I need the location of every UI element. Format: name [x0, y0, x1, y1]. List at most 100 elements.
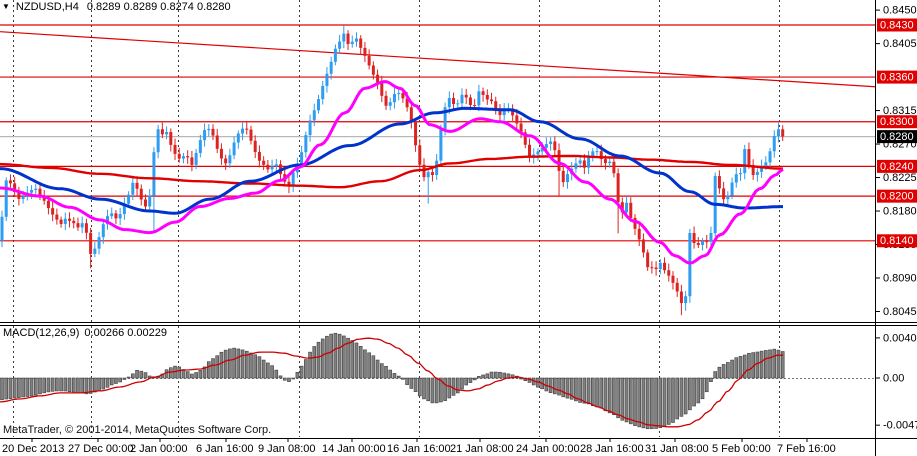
macd-histogram-bar: [220, 352, 223, 378]
macd-histogram-bar: [43, 378, 46, 393]
price-level-badge-label: 0.8240: [880, 161, 914, 173]
macd-histogram-bar: [427, 378, 430, 401]
macd-histogram-bar: [313, 346, 316, 378]
candle-body: [271, 166, 274, 169]
candle-body: [144, 199, 147, 206]
macd-histogram-bar: [216, 356, 219, 378]
candle-body: [249, 130, 252, 141]
candle-body: [579, 160, 582, 163]
candle-body: [558, 150, 561, 171]
macd-histogram-bar: [321, 339, 324, 378]
chart-canvas[interactable]: 0.84500.84050.83150.82700.82250.81800.81…: [0, 0, 917, 456]
candle-body: [127, 195, 130, 204]
macd-histogram-bar: [401, 378, 404, 379]
time-axis-label: 7 Feb 16:00: [777, 443, 836, 455]
macd-histogram-bar: [249, 353, 252, 378]
macd-histogram-bar: [634, 378, 637, 426]
macd-histogram-bar: [726, 362, 729, 378]
macd-histogram-bar: [26, 378, 29, 397]
macd-histogram-bar: [9, 378, 12, 399]
macd-histogram-bar: [718, 367, 721, 378]
macd-histogram-bar: [722, 364, 725, 378]
candle-body: [515, 115, 518, 123]
candle-body: [9, 180, 12, 183]
macd-histogram-bar: [207, 362, 210, 378]
macd-axis-label: 0.00: [883, 372, 904, 384]
candle-body: [401, 93, 404, 98]
candle-body: [655, 268, 658, 269]
candle-body: [237, 134, 240, 143]
candle-body: [241, 129, 244, 134]
macd-histogram-bar: [38, 378, 41, 394]
macd-histogram-bar: [228, 349, 231, 378]
macd-histogram-bar: [17, 378, 20, 398]
price-level-badge-label: 0.8360: [880, 71, 914, 83]
candle-body: [186, 156, 189, 157]
candle-body: [220, 149, 223, 159]
macd-histogram-bar: [262, 360, 265, 378]
candle-body: [98, 237, 101, 249]
macd-histogram-bar: [110, 378, 113, 385]
candle-body: [321, 86, 324, 99]
candle-body: [317, 99, 320, 110]
macd-histogram-bar: [13, 378, 16, 398]
candle-body: [477, 91, 480, 105]
macd-histogram-bar: [296, 372, 299, 378]
candle-body: [747, 149, 750, 165]
candle-body: [397, 93, 400, 94]
candle-body: [726, 196, 729, 200]
macd-histogram-bar: [596, 378, 599, 407]
candle-body: [777, 129, 780, 136]
macd-histogram-bar: [190, 374, 193, 378]
macd-histogram-bar: [444, 378, 447, 401]
macd-histogram-bar: [747, 353, 750, 378]
macd-histogram-bar: [271, 366, 274, 378]
candle-body: [38, 189, 41, 196]
macd-histogram-bar: [72, 378, 75, 392]
macd-histogram-bar: [684, 378, 687, 414]
macd-histogram-bar: [292, 378, 295, 379]
candle-body: [385, 96, 388, 106]
macd-histogram-bar: [85, 378, 88, 394]
macd-histogram-bar: [5, 378, 8, 399]
candle-body: [195, 153, 198, 165]
candle-body: [376, 75, 379, 83]
candle-body: [389, 102, 392, 106]
macd-histogram-bar: [591, 378, 594, 406]
macd-histogram-bar: [621, 378, 624, 420]
candle-body: [553, 141, 556, 150]
macd-histogram-bar: [22, 378, 25, 397]
macd-histogram-bar: [131, 374, 134, 378]
candle-body: [650, 267, 653, 268]
macd-histogram-bar: [325, 336, 328, 378]
candle-body: [178, 154, 181, 159]
candle-body: [165, 132, 168, 134]
macd-histogram-bar: [731, 360, 734, 378]
time-axis-label: 9 Jan 08:00: [258, 443, 316, 455]
macd-histogram-bar: [406, 378, 409, 385]
macd-histogram-bar: [304, 360, 307, 378]
macd-histogram-bar: [566, 378, 569, 398]
macd-histogram-bar: [224, 350, 227, 378]
macd-histogram-bar: [309, 352, 312, 378]
macd-histogram-bar: [452, 378, 455, 395]
macd-histogram-bar: [68, 378, 71, 392]
candle-body: [380, 83, 383, 96]
macd-histogram-bar: [258, 357, 261, 378]
macd-histogram-bar: [608, 378, 611, 413]
candle-body: [262, 161, 265, 165]
candle-body: [634, 218, 637, 229]
macd-histogram-bar: [385, 366, 388, 378]
symbol-dropdown-icon[interactable]: ▼: [2, 2, 10, 12]
macd-histogram-bar: [659, 378, 662, 428]
macd-histogram-bar: [363, 350, 366, 378]
candle-body: [596, 151, 599, 152]
candle-body: [212, 129, 215, 136]
macd-histogram-bar: [98, 378, 101, 391]
macd-histogram-bar: [473, 378, 476, 380]
candle-body: [275, 164, 278, 166]
macd-histogram-bar: [186, 372, 189, 378]
candle-body: [338, 41, 341, 48]
macd-histogram-bar: [773, 349, 776, 378]
macd-histogram-bar: [558, 378, 561, 395]
